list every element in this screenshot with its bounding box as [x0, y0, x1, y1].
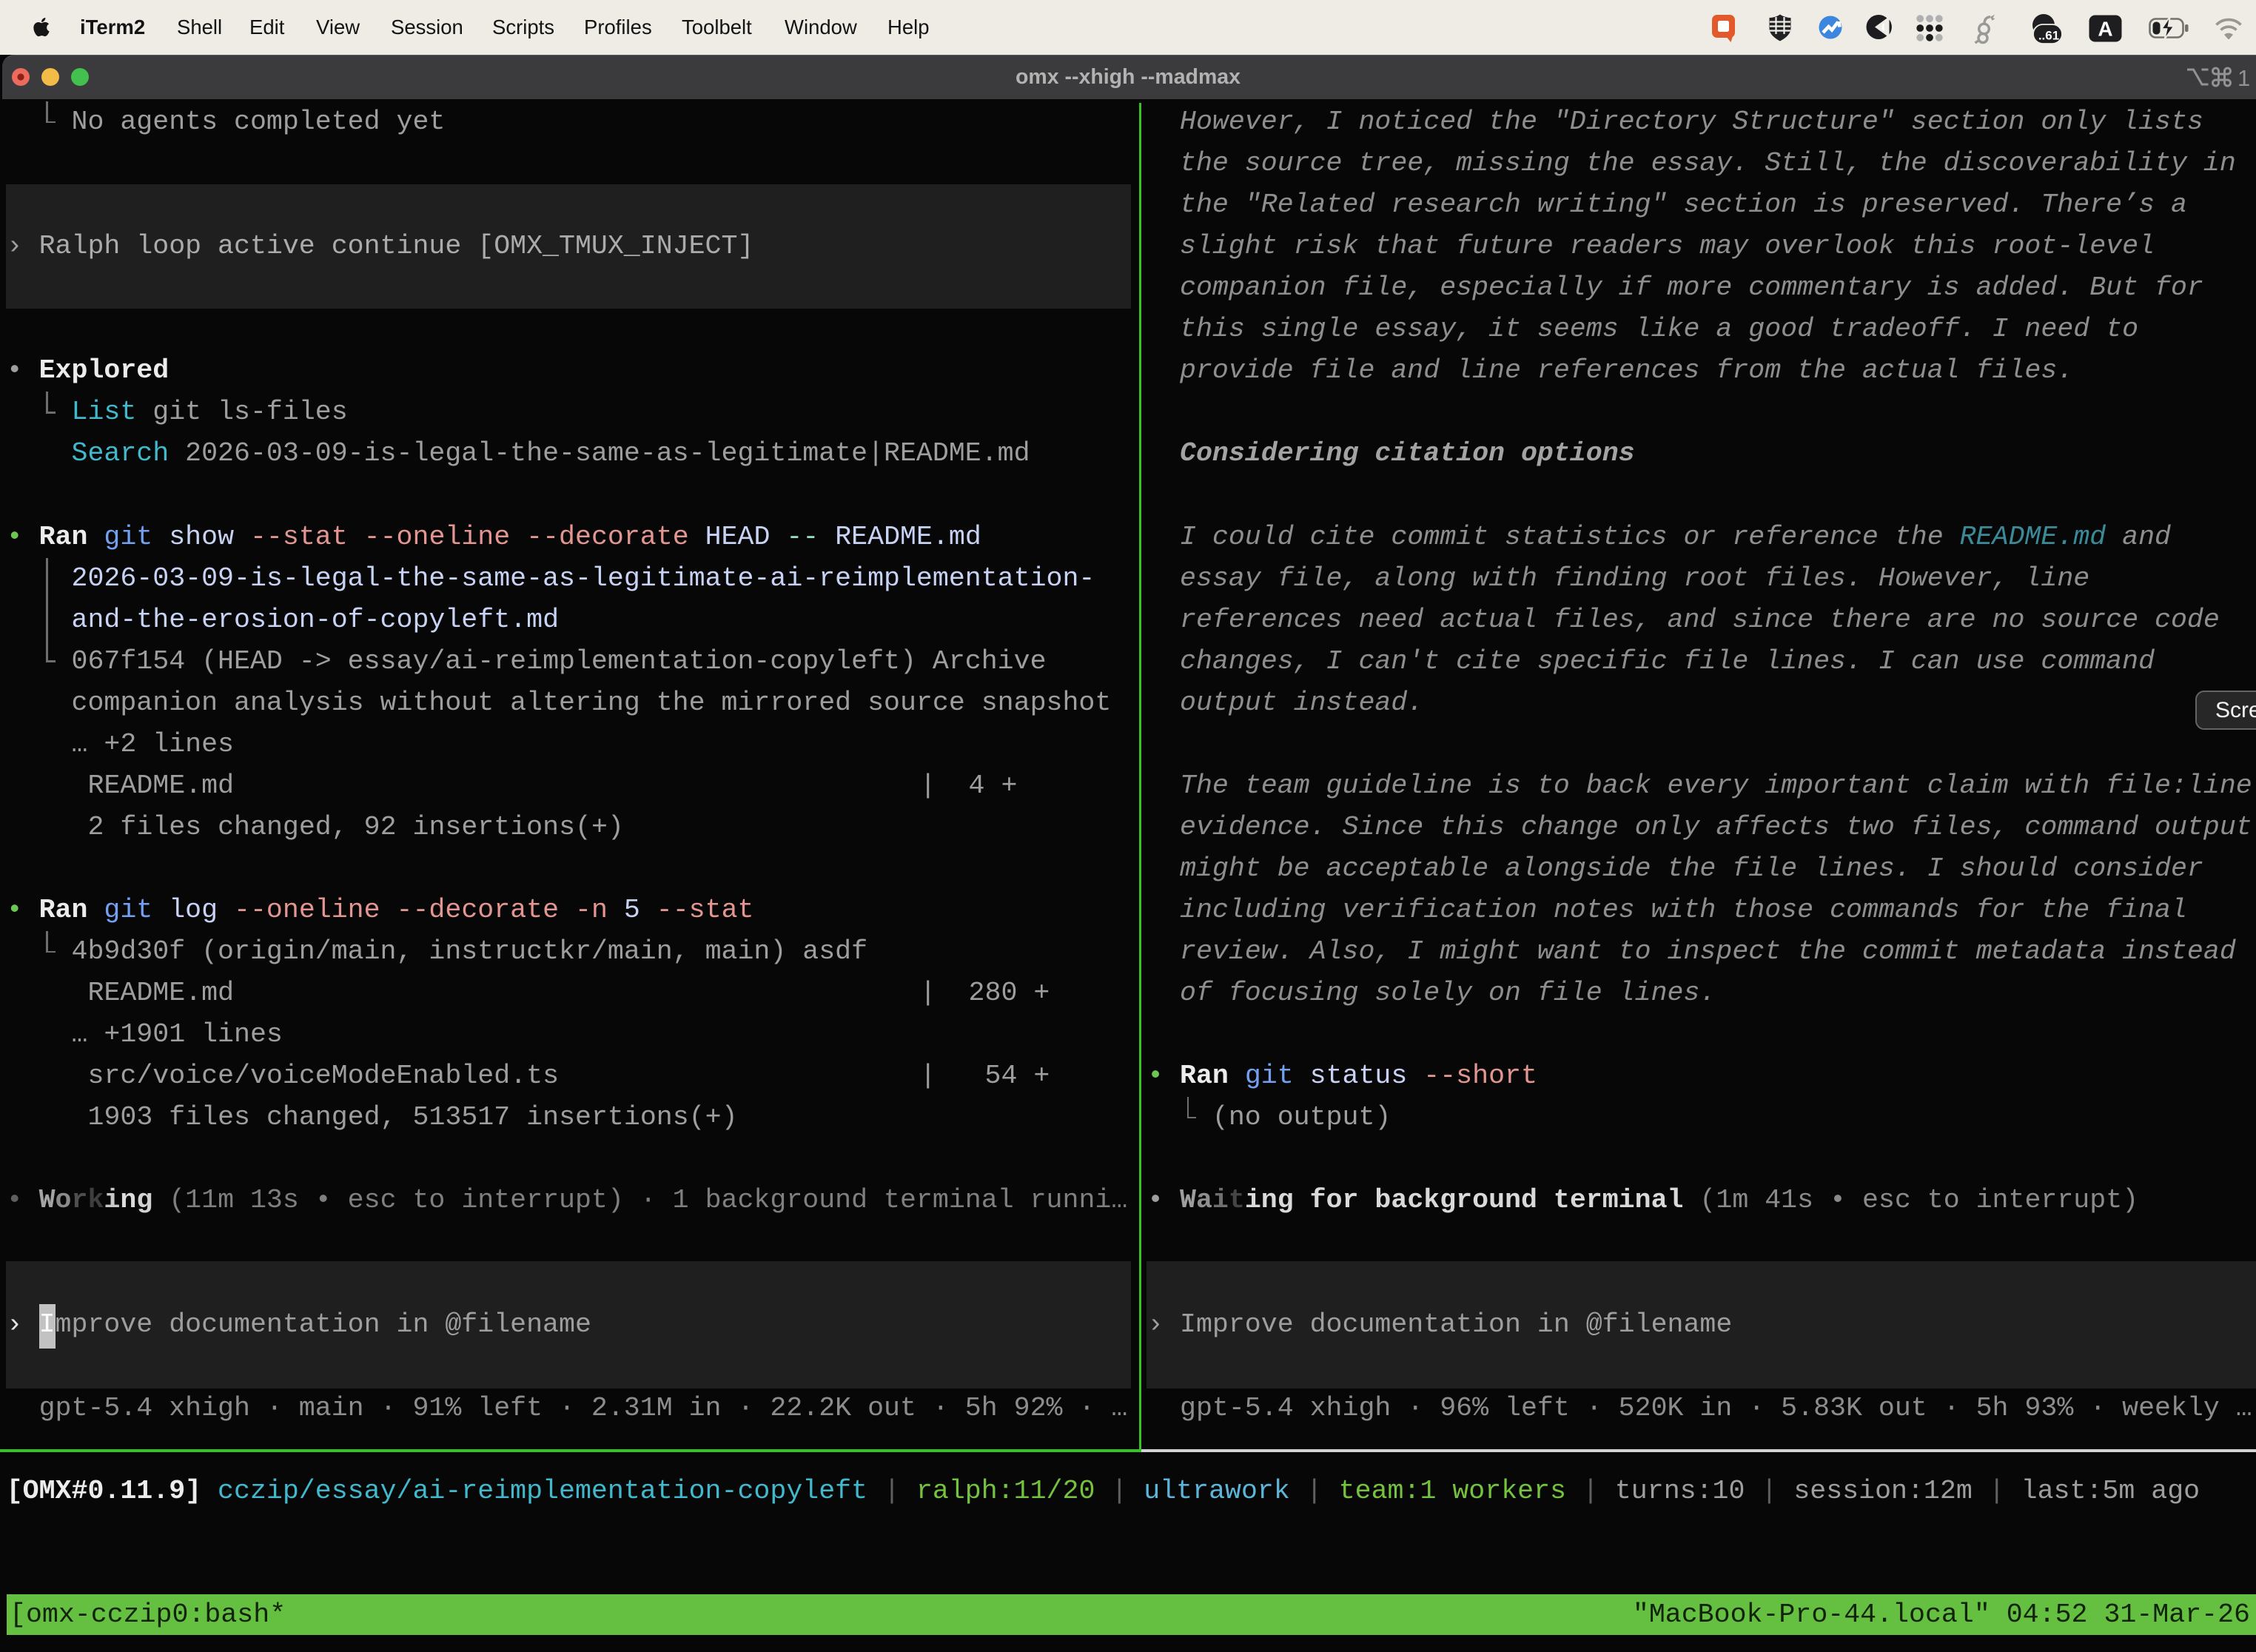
svg-text:A: A: [2098, 18, 2112, 41]
svg-text:1: 1: [2237, 65, 2250, 91]
svg-text:..61: ..61: [2038, 29, 2059, 43]
